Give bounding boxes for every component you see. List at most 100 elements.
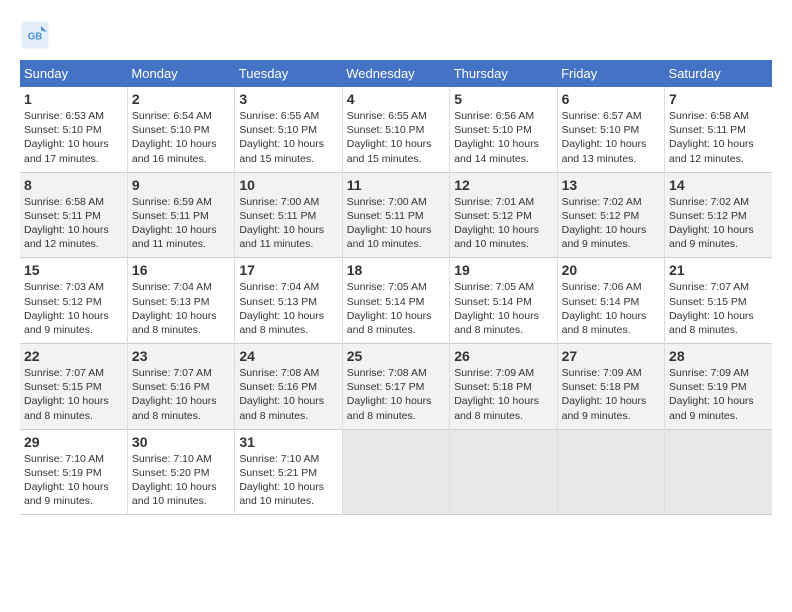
calendar-day-cell: 28 Sunrise: 7:09 AM Sunset: 5:19 PM Dayli… (665, 344, 772, 430)
day-info: Sunrise: 7:09 AM Sunset: 5:19 PM Dayligh… (669, 366, 768, 423)
day-number: 17 (239, 262, 337, 278)
calendar-day-cell (342, 429, 449, 515)
weekday-header-friday: Friday (557, 60, 664, 87)
calendar-day-cell: 25 Sunrise: 7:08 AM Sunset: 5:17 PM Dayli… (342, 344, 449, 430)
day-number: 11 (347, 177, 445, 193)
calendar-day-cell: 30Sunrise: 7:10 AM Sunset: 5:20 PM Dayli… (127, 429, 234, 515)
calendar-day-cell: 4 Sunrise: 6:55 AM Sunset: 5:10 PM Daylig… (342, 87, 449, 172)
calendar-day-cell: 6 Sunrise: 6:57 AM Sunset: 5:10 PM Daylig… (557, 87, 664, 172)
day-number: 24 (239, 348, 337, 364)
calendar-week-row: 22Sunrise: 7:07 AM Sunset: 5:15 PM Dayli… (20, 344, 772, 430)
calendar-day-cell: 3Sunrise: 6:55 AM Sunset: 5:10 PM Daylig… (235, 87, 342, 172)
day-info: Sunrise: 7:07 AM Sunset: 5:16 PM Dayligh… (132, 366, 230, 423)
day-info: Sunrise: 7:05 AM Sunset: 5:14 PM Dayligh… (347, 280, 445, 337)
calendar-day-cell: 22Sunrise: 7:07 AM Sunset: 5:15 PM Dayli… (20, 344, 127, 430)
day-number: 12 (454, 177, 552, 193)
day-info: Sunrise: 7:08 AM Sunset: 5:16 PM Dayligh… (239, 366, 337, 423)
day-info: Sunrise: 7:02 AM Sunset: 5:12 PM Dayligh… (669, 195, 768, 252)
day-number: 10 (239, 177, 337, 193)
day-number: 19 (454, 262, 552, 278)
weekday-header-row: SundayMondayTuesdayWednesdayThursdayFrid… (20, 60, 772, 87)
weekday-header-saturday: Saturday (665, 60, 772, 87)
day-number: 29 (24, 434, 123, 450)
day-info: Sunrise: 7:08 AM Sunset: 5:17 PM Dayligh… (347, 366, 445, 423)
day-number: 2 (132, 91, 230, 107)
day-number: 27 (562, 348, 660, 364)
calendar-day-cell: 12 Sunrise: 7:01 AM Sunset: 5:12 PM Dayli… (450, 172, 557, 258)
weekday-header-tuesday: Tuesday (235, 60, 342, 87)
day-info: Sunrise: 7:09 AM Sunset: 5:18 PM Dayligh… (562, 366, 660, 423)
day-number: 31 (239, 434, 337, 450)
calendar-day-cell: 23 Sunrise: 7:07 AM Sunset: 5:16 PM Dayli… (127, 344, 234, 430)
day-info: Sunrise: 7:10 AM Sunset: 5:21 PM Dayligh… (239, 452, 337, 509)
calendar-week-row: 29 Sunrise: 7:10 AM Sunset: 5:19 PM Dayli… (20, 429, 772, 515)
day-number: 16 (132, 262, 230, 278)
day-info: Sunrise: 7:05 AM Sunset: 5:14 PM Dayligh… (454, 280, 552, 337)
weekday-header-sunday: Sunday (20, 60, 127, 87)
weekday-header-thursday: Thursday (450, 60, 557, 87)
calendar-day-cell: 18 Sunrise: 7:05 AM Sunset: 5:14 PM Dayli… (342, 258, 449, 344)
day-number: 3 (239, 91, 337, 107)
calendar-day-cell: 17Sunrise: 7:04 AM Sunset: 5:13 PM Dayli… (235, 258, 342, 344)
calendar-day-cell: 26 Sunrise: 7:09 AM Sunset: 5:18 PM Dayli… (450, 344, 557, 430)
calendar-day-cell: 27 Sunrise: 7:09 AM Sunset: 5:18 PM Dayli… (557, 344, 664, 430)
day-info: Sunrise: 6:57 AM Sunset: 5:10 PM Dayligh… (562, 109, 660, 166)
weekday-header-wednesday: Wednesday (342, 60, 449, 87)
calendar-day-cell: 29 Sunrise: 7:10 AM Sunset: 5:19 PM Dayli… (20, 429, 127, 515)
day-info: Sunrise: 7:07 AM Sunset: 5:15 PM Dayligh… (669, 280, 768, 337)
calendar-day-cell: 16 Sunrise: 7:04 AM Sunset: 5:13 PM Dayli… (127, 258, 234, 344)
calendar-week-row: 8 Sunrise: 6:58 AM Sunset: 5:11 PM Daylig… (20, 172, 772, 258)
weekday-header-monday: Monday (127, 60, 234, 87)
calendar-day-cell: 2 Sunrise: 6:54 AM Sunset: 5:10 PM Daylig… (127, 87, 234, 172)
calendar-day-cell: 14Sunrise: 7:02 AM Sunset: 5:12 PM Dayli… (665, 172, 772, 258)
day-number: 6 (562, 91, 660, 107)
day-info: Sunrise: 6:53 AM Sunset: 5:10 PM Dayligh… (24, 109, 123, 166)
day-info: Sunrise: 6:55 AM Sunset: 5:10 PM Dayligh… (347, 109, 445, 166)
day-info: Sunrise: 7:00 AM Sunset: 5:11 PM Dayligh… (239, 195, 337, 252)
day-number: 26 (454, 348, 552, 364)
calendar-day-cell: 9 Sunrise: 6:59 AM Sunset: 5:11 PM Daylig… (127, 172, 234, 258)
svg-text:GB: GB (28, 32, 43, 43)
day-number: 18 (347, 262, 445, 278)
calendar-day-cell (450, 429, 557, 515)
calendar-day-cell: 5 Sunrise: 6:56 AM Sunset: 5:10 PM Daylig… (450, 87, 557, 172)
day-info: Sunrise: 7:04 AM Sunset: 5:13 PM Dayligh… (132, 280, 230, 337)
day-number: 20 (562, 262, 660, 278)
day-number: 5 (454, 91, 552, 107)
day-number: 23 (132, 348, 230, 364)
calendar-day-cell: 11 Sunrise: 7:00 AM Sunset: 5:11 PM Dayli… (342, 172, 449, 258)
day-number: 25 (347, 348, 445, 364)
day-info: Sunrise: 6:59 AM Sunset: 5:11 PM Dayligh… (132, 195, 230, 252)
calendar-day-cell: 13 Sunrise: 7:02 AM Sunset: 5:12 PM Dayli… (557, 172, 664, 258)
day-info: Sunrise: 7:10 AM Sunset: 5:19 PM Dayligh… (24, 452, 123, 509)
day-number: 7 (669, 91, 768, 107)
day-info: Sunrise: 6:58 AM Sunset: 5:11 PM Dayligh… (24, 195, 123, 252)
calendar-day-cell: 31 Sunrise: 7:10 AM Sunset: 5:21 PM Dayli… (235, 429, 342, 515)
day-number: 28 (669, 348, 768, 364)
day-info: Sunrise: 7:10 AM Sunset: 5:20 PM Dayligh… (132, 452, 230, 509)
calendar-day-cell: 21 Sunrise: 7:07 AM Sunset: 5:15 PM Dayli… (665, 258, 772, 344)
day-info: Sunrise: 6:56 AM Sunset: 5:10 PM Dayligh… (454, 109, 552, 166)
calendar-day-cell: 19 Sunrise: 7:05 AM Sunset: 5:14 PM Dayli… (450, 258, 557, 344)
calendar-day-cell: 10 Sunrise: 7:00 AM Sunset: 5:11 PM Dayli… (235, 172, 342, 258)
day-number: 21 (669, 262, 768, 278)
day-number: 13 (562, 177, 660, 193)
calendar-week-row: 15Sunrise: 7:03 AM Sunset: 5:12 PM Dayli… (20, 258, 772, 344)
page-header: GB (20, 20, 772, 50)
day-number: 4 (347, 91, 445, 107)
logo-icon: GB (20, 20, 50, 50)
calendar-day-cell: 1Sunrise: 6:53 AM Sunset: 5:10 PM Daylig… (20, 87, 127, 172)
day-info: Sunrise: 7:09 AM Sunset: 5:18 PM Dayligh… (454, 366, 552, 423)
day-info: Sunrise: 7:02 AM Sunset: 5:12 PM Dayligh… (562, 195, 660, 252)
calendar-day-cell: 8 Sunrise: 6:58 AM Sunset: 5:11 PM Daylig… (20, 172, 127, 258)
day-number: 22 (24, 348, 123, 364)
day-info: Sunrise: 6:58 AM Sunset: 5:11 PM Dayligh… (669, 109, 768, 166)
day-info: Sunrise: 7:01 AM Sunset: 5:12 PM Dayligh… (454, 195, 552, 252)
day-number: 8 (24, 177, 123, 193)
day-number: 9 (132, 177, 230, 193)
day-info: Sunrise: 6:54 AM Sunset: 5:10 PM Dayligh… (132, 109, 230, 166)
logo: GB (20, 20, 54, 50)
calendar-day-cell (557, 429, 664, 515)
calendar-table: SundayMondayTuesdayWednesdayThursdayFrid… (20, 60, 772, 515)
day-info: Sunrise: 7:00 AM Sunset: 5:11 PM Dayligh… (347, 195, 445, 252)
